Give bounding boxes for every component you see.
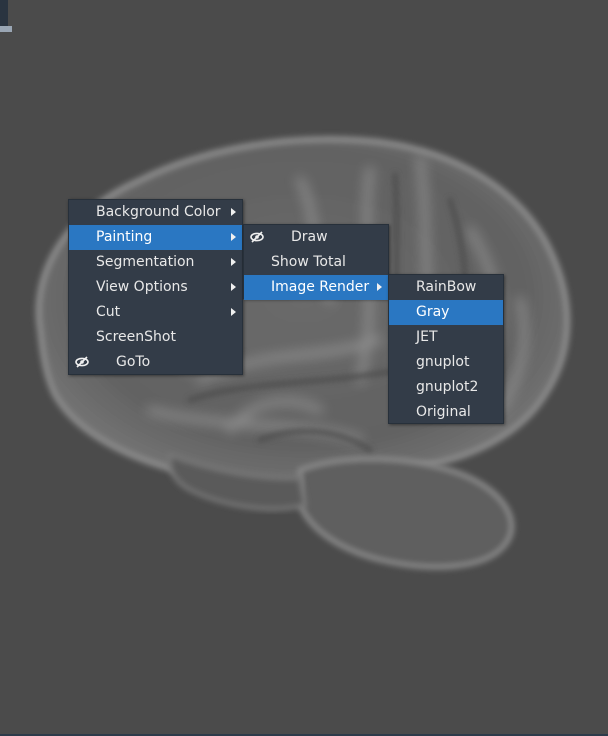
menu-item-original[interactable]: Original [389,400,503,425]
menu-item-rainbow[interactable]: RainBow [389,275,503,300]
menu-item-screenshot[interactable]: ScreenShot [69,325,242,350]
menu-item-label: Draw [291,229,328,245]
hidden-eye-icon [75,356,89,368]
menu-item-label: Painting [96,229,153,245]
menu-item-label: View Options [96,279,188,295]
menu-item-gray[interactable]: Gray [389,300,503,325]
menu-item-label: RainBow [416,279,477,295]
menu-item-background-color[interactable]: Background Color [69,200,242,225]
menu-item-label: Show Total [271,254,346,270]
menu-item-gnuplot2[interactable]: gnuplot2 [389,375,503,400]
menu-item-label: Segmentation [96,254,195,270]
menu-item-label: JET [416,329,438,345]
menu-item-view-options[interactable]: View Options [69,275,242,300]
menu-item-jet[interactable]: JET [389,325,503,350]
menu-item-segmentation[interactable]: Segmentation [69,250,242,275]
submenu-arrow-icon [231,208,236,216]
menu-item-label: GoTo [116,354,151,370]
menu-item-gnuplot[interactable]: gnuplot [389,350,503,375]
menu-item-show-total[interactable]: Show Total [244,250,388,275]
menu-item-label: Image Render [271,279,370,295]
image-render-submenu: RainBow Gray JET gnuplot gnuplot2 Origin… [388,274,504,424]
menu-item-draw[interactable]: Draw [244,225,388,250]
submenu-arrow-icon [231,283,236,291]
hidden-eye-icon [250,231,264,243]
menu-item-label: Gray [416,304,450,320]
context-menu: Background Color Painting Segmentation V… [68,199,243,375]
menu-item-painting[interactable]: Painting [69,225,242,250]
submenu-arrow-icon [377,283,382,291]
menu-item-label: gnuplot [416,354,470,370]
menu-item-label: Background Color [96,204,221,220]
menu-item-cut[interactable]: Cut [69,300,242,325]
menu-item-label: ScreenShot [96,329,176,345]
menu-item-label: Cut [96,304,121,320]
menu-item-image-render[interactable]: Image Render [244,275,388,300]
menu-item-goto[interactable]: GoTo [69,350,242,375]
painting-submenu: Draw Show Total Image Render [243,224,389,300]
submenu-arrow-icon [231,233,236,241]
submenu-arrow-icon [231,308,236,316]
menu-item-label: Original [416,404,471,420]
menu-item-label: gnuplot2 [416,379,479,395]
submenu-arrow-icon [231,258,236,266]
